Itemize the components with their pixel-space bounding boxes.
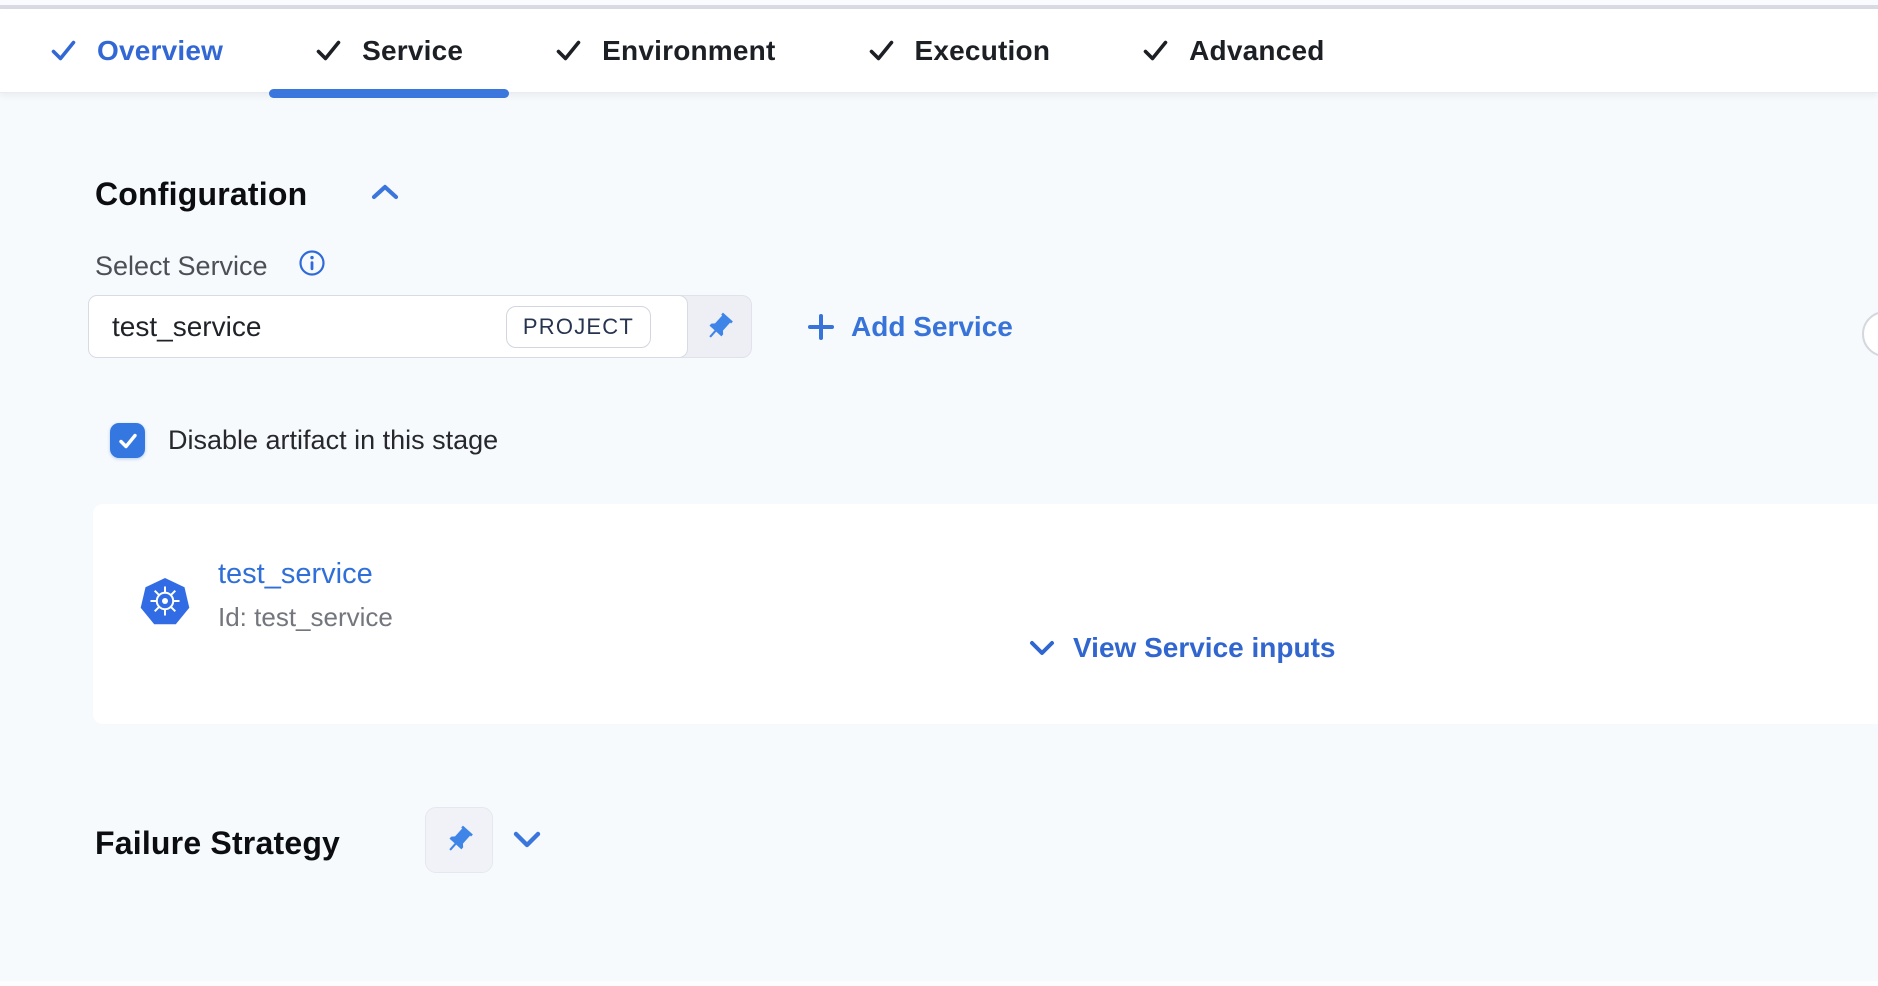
tab-label: Advanced xyxy=(1189,35,1324,67)
active-tab-underline xyxy=(269,89,509,98)
check-icon xyxy=(555,37,582,64)
select-service-label: Select Service xyxy=(95,250,268,282)
chevron-down-icon xyxy=(1028,637,1056,659)
check-icon xyxy=(315,37,342,64)
view-service-inputs-button[interactable]: View Service inputs xyxy=(1028,632,1336,664)
service-select-group: test_service PROJECT xyxy=(88,295,752,358)
tab-label: Execution xyxy=(915,35,1051,67)
tab-label: Overview xyxy=(97,35,223,67)
chevron-up-icon[interactable] xyxy=(368,180,402,206)
disable-artifact-checkbox[interactable] xyxy=(110,423,145,458)
configuration-heading: Configuration xyxy=(95,172,307,216)
tab-label: Service xyxy=(362,35,463,67)
disable-artifact-label: Disable artifact in this stage xyxy=(168,425,498,456)
bottom-strip xyxy=(0,981,1878,986)
tab-service[interactable]: Service xyxy=(269,9,509,92)
plus-icon xyxy=(806,312,836,342)
add-service-label: Add Service xyxy=(851,311,1013,343)
tab-label: Environment xyxy=(602,35,775,67)
pin-failure-strategy-button[interactable] xyxy=(425,807,493,873)
tab-overview[interactable]: Overview xyxy=(4,9,269,92)
pin-icon xyxy=(696,304,741,349)
chevron-down-icon[interactable] xyxy=(511,827,543,853)
service-select-value: test_service xyxy=(112,311,261,343)
kubernetes-icon xyxy=(140,577,190,625)
check-icon xyxy=(50,37,77,64)
service-select-input[interactable]: test_service PROJECT xyxy=(88,295,688,358)
disable-artifact-row: Disable artifact in this stage xyxy=(110,423,498,458)
info-icon[interactable] xyxy=(298,249,326,277)
add-service-button[interactable]: Add Service xyxy=(806,306,1013,348)
service-scope-badge: PROJECT xyxy=(506,306,651,348)
check-icon xyxy=(1142,37,1169,64)
pin-service-button[interactable] xyxy=(687,296,751,357)
view-service-inputs-label: View Service inputs xyxy=(1073,632,1336,664)
check-icon xyxy=(868,37,895,64)
pin-icon xyxy=(436,817,481,862)
failure-strategy-heading: Failure Strategy xyxy=(95,821,340,865)
tab-execution[interactable]: Execution xyxy=(822,9,1097,92)
panel-edge-toggle-button[interactable] xyxy=(1862,311,1878,357)
tab-advanced[interactable]: Advanced xyxy=(1096,9,1370,92)
service-name-link[interactable]: test_service xyxy=(218,556,373,592)
service-id-text: Id: test_service xyxy=(218,600,393,634)
stage-tabbar: Overview Service Environment Execution A… xyxy=(0,9,1878,93)
tab-environment[interactable]: Environment xyxy=(509,9,821,92)
service-card: test_service Id: test_service View Servi… xyxy=(93,504,1878,724)
checkmark-icon xyxy=(117,430,139,452)
